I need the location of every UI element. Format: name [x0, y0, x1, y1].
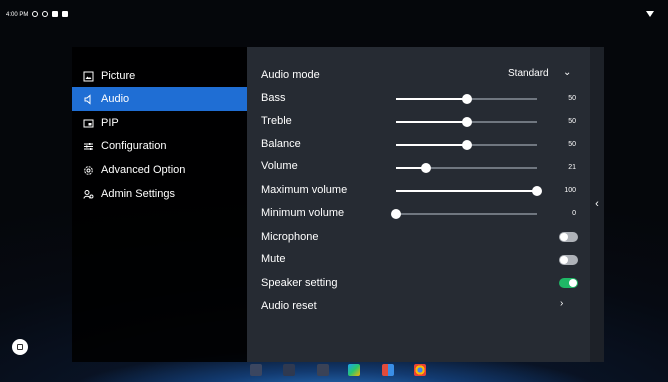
mute-label: Mute	[261, 253, 286, 265]
status-bar: 4:00 PM	[0, 0, 668, 22]
play-store-app-icon[interactable]	[348, 364, 360, 376]
minimum-volume-value: 0	[572, 210, 576, 217]
screen-status-icon	[62, 11, 68, 17]
audio-mode-dropdown[interactable]: Standard	[508, 68, 549, 79]
settings-status-icon	[32, 11, 38, 17]
minimum-volume-label: Minimum volume	[261, 207, 345, 219]
chevron-down-icon[interactable]: ⌄	[563, 67, 571, 78]
home-icon	[17, 344, 23, 350]
menu-item-label: Audio	[101, 93, 130, 105]
pip-icon	[83, 118, 94, 129]
files-app-icon[interactable]	[283, 364, 295, 376]
sliders-icon	[83, 141, 94, 152]
maximum-volume-label: Maximum volume	[261, 184, 348, 196]
collapse-chevron-icon[interactable]: ‹	[590, 198, 604, 210]
microphone-toggle[interactable]	[559, 232, 578, 242]
status-icons	[32, 11, 68, 17]
microphone-label: Microphone	[261, 231, 319, 243]
bass-value: 50	[568, 95, 576, 102]
speaker-setting-toggle[interactable]	[559, 278, 578, 288]
picture-icon	[83, 71, 94, 82]
menu-item-advanced-option[interactable]: Advanced Option	[72, 158, 247, 182]
location-status-icon	[42, 11, 48, 17]
settings-app-icon[interactable]	[317, 364, 329, 376]
volume-label: Volume	[261, 160, 298, 172]
home-button[interactable]	[12, 339, 28, 355]
slider-thumb[interactable]	[461, 94, 472, 104]
volume-slider[interactable]	[396, 163, 537, 173]
menu-item-label: PIP	[101, 117, 119, 129]
maximum-volume-slider[interactable]	[396, 186, 542, 196]
admin-icon	[83, 189, 94, 200]
bass-slider[interactable]	[396, 94, 537, 104]
menu-item-pip[interactable]: PIP	[72, 111, 247, 135]
treble-value: 50	[568, 118, 576, 125]
gallery-app-icon[interactable]	[250, 364, 262, 376]
balance-slider[interactable]	[396, 140, 537, 150]
menu-item-admin-settings[interactable]: Admin Settings	[72, 182, 247, 206]
slider-thumb[interactable]	[461, 140, 472, 150]
menu-item-audio[interactable]: Audio	[72, 87, 247, 111]
treble-label: Treble	[261, 115, 292, 127]
menu-item-label: Configuration	[101, 140, 167, 152]
menu-item-configuration[interactable]: Configuration	[72, 134, 247, 158]
chrome-app-icon[interactable]	[414, 364, 426, 376]
bass-label: Bass	[261, 92, 286, 104]
status-time: 4:00 PM	[6, 12, 29, 18]
speaker-setting-label: Speaker setting	[261, 277, 338, 289]
menu-item-label: Picture	[101, 70, 136, 82]
slider-thumb[interactable]	[461, 117, 472, 127]
balance-label: Balance	[261, 138, 301, 150]
menu-item-picture[interactable]: Picture	[72, 64, 247, 88]
speaker-icon	[83, 93, 94, 105]
gear-icon	[83, 165, 94, 176]
menu-item-label: Admin Settings	[101, 188, 175, 200]
wifi-icon	[646, 11, 654, 17]
app-dock	[247, 362, 437, 382]
minimum-volume-slider[interactable]	[391, 209, 537, 219]
slider-thumb[interactable]	[420, 163, 431, 173]
chevron-right-icon[interactable]: ›	[560, 298, 563, 309]
menu-item-label: Advanced Option	[101, 164, 186, 176]
slider-thumb[interactable]	[532, 186, 542, 196]
audio-mode-label: Audio mode	[261, 69, 320, 81]
mute-toggle[interactable]	[559, 255, 578, 265]
volume-value: 21	[568, 164, 576, 171]
balance-value: 50	[568, 141, 576, 148]
notification-status-icon	[52, 11, 58, 17]
treble-slider[interactable]	[396, 117, 537, 127]
audio-reset-label[interactable]: Audio reset	[261, 297, 317, 315]
apps-grid-icon[interactable]	[382, 364, 394, 376]
slider-thumb[interactable]	[391, 209, 401, 219]
maximum-volume-value: 100	[564, 187, 576, 194]
